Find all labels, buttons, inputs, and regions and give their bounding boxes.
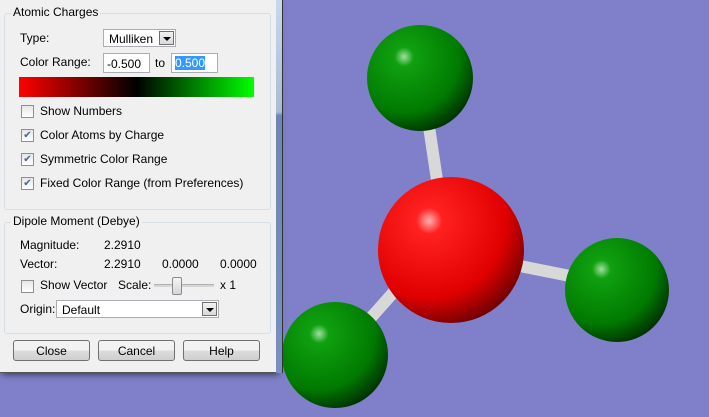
- range-max-input[interactable]: 0.500: [171, 53, 218, 73]
- atomic-charges-title: Atomic Charges: [11, 5, 101, 19]
- color-scale-bar: [19, 77, 254, 97]
- checkmark-icon[interactable]: ✔: [21, 153, 34, 166]
- scale-slider-track[interactable]: [154, 284, 214, 287]
- type-label: Type:: [20, 31, 50, 45]
- scale-label: Scale:: [118, 278, 152, 292]
- vector-x: 2.2910: [104, 257, 141, 271]
- magnitude-value: 2.2910: [104, 238, 141, 252]
- oxygen-atom[interactable]: [378, 177, 524, 323]
- charges-dialog: Atomic Charges Type: Mulliken Color Rang…: [0, 0, 277, 373]
- type-value: Mulliken: [109, 32, 154, 46]
- cancel-button[interactable]: Cancel: [98, 340, 175, 361]
- checkbox[interactable]: [21, 105, 34, 118]
- window-frame: [276, 0, 283, 373]
- chevron-down-icon[interactable]: [159, 31, 174, 45]
- range-min-input[interactable]: -0.500: [103, 53, 150, 73]
- type-dropdown[interactable]: Mulliken: [103, 29, 176, 47]
- origin-label: Origin:: [20, 302, 56, 316]
- hydrogen-atom-right[interactable]: [565, 238, 669, 342]
- magnitude-label: Magnitude:: [20, 238, 80, 252]
- vector-z: 0.0000: [220, 257, 257, 271]
- hydrogen-atom-top[interactable]: [367, 25, 473, 131]
- checkmark-icon[interactable]: ✔: [21, 177, 34, 190]
- scale-value: x 1: [220, 278, 237, 292]
- dipole-title: Dipole Moment (Debye): [11, 214, 142, 228]
- chevron-down-icon[interactable]: [202, 302, 217, 316]
- to-label: to: [155, 56, 166, 70]
- close-button[interactable]: Close: [13, 340, 90, 361]
- vector-y: 0.0000: [162, 257, 199, 271]
- origin-value: Default: [62, 303, 101, 317]
- hydrogen-atom-bottom-left[interactable]: [282, 302, 388, 408]
- origin-dropdown[interactable]: Default: [56, 300, 219, 318]
- help-button[interactable]: Help: [183, 340, 260, 361]
- checkbox[interactable]: [21, 280, 34, 293]
- scale-slider-thumb[interactable]: [172, 277, 182, 295]
- vector-label: Vector:: [20, 257, 58, 271]
- checkmark-icon[interactable]: ✔: [21, 129, 34, 142]
- color-range-label: Color Range:: [20, 55, 91, 69]
